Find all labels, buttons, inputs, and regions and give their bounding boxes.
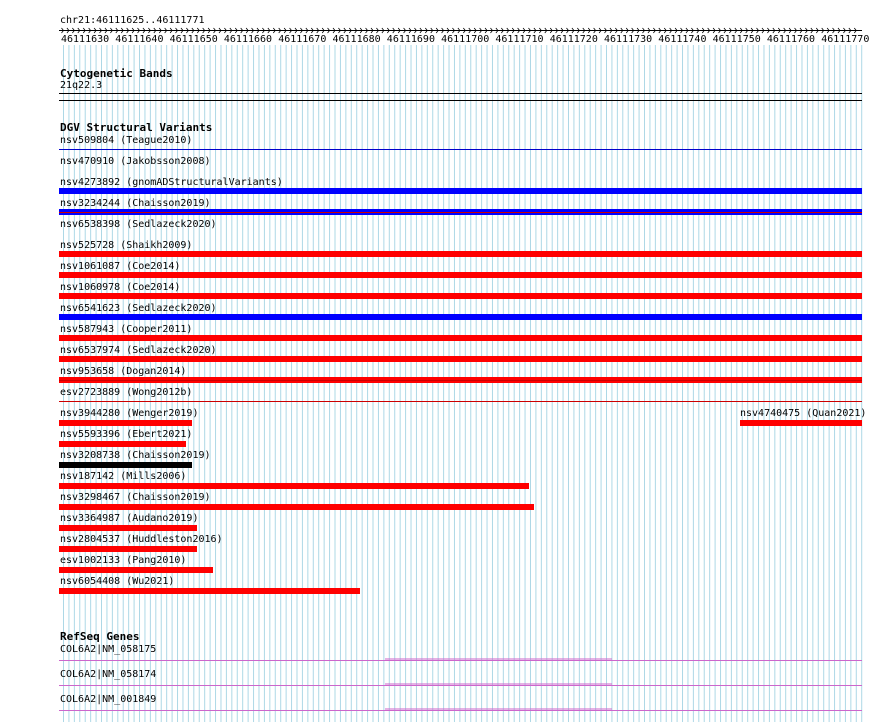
variant-label[interactable]: nsv4273892 (gnomADStructuralVariants) <box>60 177 283 189</box>
gene-label[interactable]: COL6A2|NM_058175 <box>60 644 156 656</box>
variant-bar[interactable] <box>740 420 862 426</box>
ruler-tick-label: 46111690 <box>386 34 435 45</box>
variant-bar[interactable] <box>59 588 360 594</box>
variant-line[interactable] <box>59 149 862 150</box>
variant-line[interactable] <box>59 212 862 213</box>
cytoband-line <box>59 93 862 94</box>
variant-label[interactable]: nsv5593396 (Ebert2021) <box>60 429 192 441</box>
variant-label[interactable]: nsv470910 (Jakobsson2008) <box>60 156 211 168</box>
variant-line[interactable] <box>59 380 862 381</box>
variant-label[interactable]: nsv3208738 (Chaisson2019) <box>60 450 211 462</box>
ruler-tick-label: 46111680 <box>332 34 381 45</box>
variant-bar[interactable] <box>59 483 529 489</box>
ruler-tick-label: 46111660 <box>223 34 273 45</box>
variant-label[interactable]: nsv525728 (Shaikh2009) <box>60 240 192 252</box>
variant-label[interactable]: nsv3364987 (Audano2019) <box>60 513 198 525</box>
variant-label[interactable]: esv2723889 (Wong2012b) <box>60 387 192 399</box>
variant-bar[interactable] <box>59 525 197 531</box>
dgv-track-title: DGV Structural Variants <box>60 121 213 134</box>
ruler-tick-label: 46111710 <box>495 34 544 45</box>
variant-bar[interactable] <box>59 567 213 573</box>
gene-label[interactable]: COL6A2|NM_001849 <box>60 694 156 706</box>
variant-label[interactable]: nsv1060978 (Coe2014) <box>60 282 180 294</box>
cytoband-label[interactable]: 21q22.3 <box>60 80 102 92</box>
variant-label[interactable]: nsv4740475 (Quan2021) <box>740 408 866 420</box>
variant-bar[interactable] <box>59 462 192 468</box>
ruler-tick-label: 46111670 <box>278 34 327 45</box>
variant-label[interactable]: nsv6054408 (Wu2021) <box>60 576 174 588</box>
variant-label[interactable]: nsv3944280 (Wenger2019) <box>60 408 198 420</box>
genome-browser-view: chr21:46111625..46111771 46111630 4611164… <box>0 0 890 722</box>
ruler-tick-label: 46111650 <box>169 34 218 45</box>
variant-label[interactable]: nsv953658 (Dogan2014) <box>60 366 186 378</box>
ruler-tick-label: 46111770 <box>821 34 870 45</box>
variant-label[interactable]: nsv509804 (Teague2010) <box>60 135 192 147</box>
cytoband-track-title: Cytogenetic Bands <box>60 67 173 80</box>
ruler-tick-label: 46111640 <box>115 34 164 45</box>
variant-label[interactable]: nsv2804537 (Huddleston2016) <box>60 534 223 546</box>
ruler-tick-label: 46111760 <box>766 34 816 45</box>
ruler-tick-label: 46111750 <box>712 34 761 45</box>
variant-label[interactable]: nsv187142 (Mills2006) <box>60 471 186 483</box>
ruler-tick-label: 46111730 <box>604 34 653 45</box>
variant-label[interactable]: nsv587943 (Cooper2011) <box>60 324 192 336</box>
ruler-tick-label: 46111740 <box>658 34 707 45</box>
location-label: chr21:46111625..46111771 <box>60 15 205 26</box>
variant-label[interactable]: nsv6537974 (Sedlazeck2020) <box>60 345 217 357</box>
variant-label[interactable]: nsv1061087 (Coe2014) <box>60 261 180 273</box>
variant-label[interactable]: nsv6541623 (Sedlazeck2020) <box>60 303 217 315</box>
ruler-tick-label: 46111700 <box>441 34 490 45</box>
variant-bar[interactable] <box>59 420 192 426</box>
variant-label[interactable]: nsv3234244 (Chaisson2019) <box>60 198 211 210</box>
gene-label[interactable]: COL6A2|NM_058174 <box>60 669 156 681</box>
variant-label[interactable]: esv1002133 (Pang2010) <box>60 555 186 567</box>
ruler-tick-label: 46111720 <box>549 34 598 45</box>
variant-line[interactable] <box>59 401 862 402</box>
variant-bar[interactable] <box>59 441 186 447</box>
refseq-track-title: RefSeq Genes <box>60 630 140 643</box>
ruler-tick-label: 46111630 <box>61 34 110 45</box>
track-divider <box>59 100 862 101</box>
variant-label[interactable]: nsv3298467 (Chaisson2019) <box>60 492 211 504</box>
variant-bar[interactable] <box>59 504 534 510</box>
variant-bar[interactable] <box>59 546 197 552</box>
variant-label[interactable]: nsv6538398 (Sedlazeck2020) <box>60 219 217 231</box>
